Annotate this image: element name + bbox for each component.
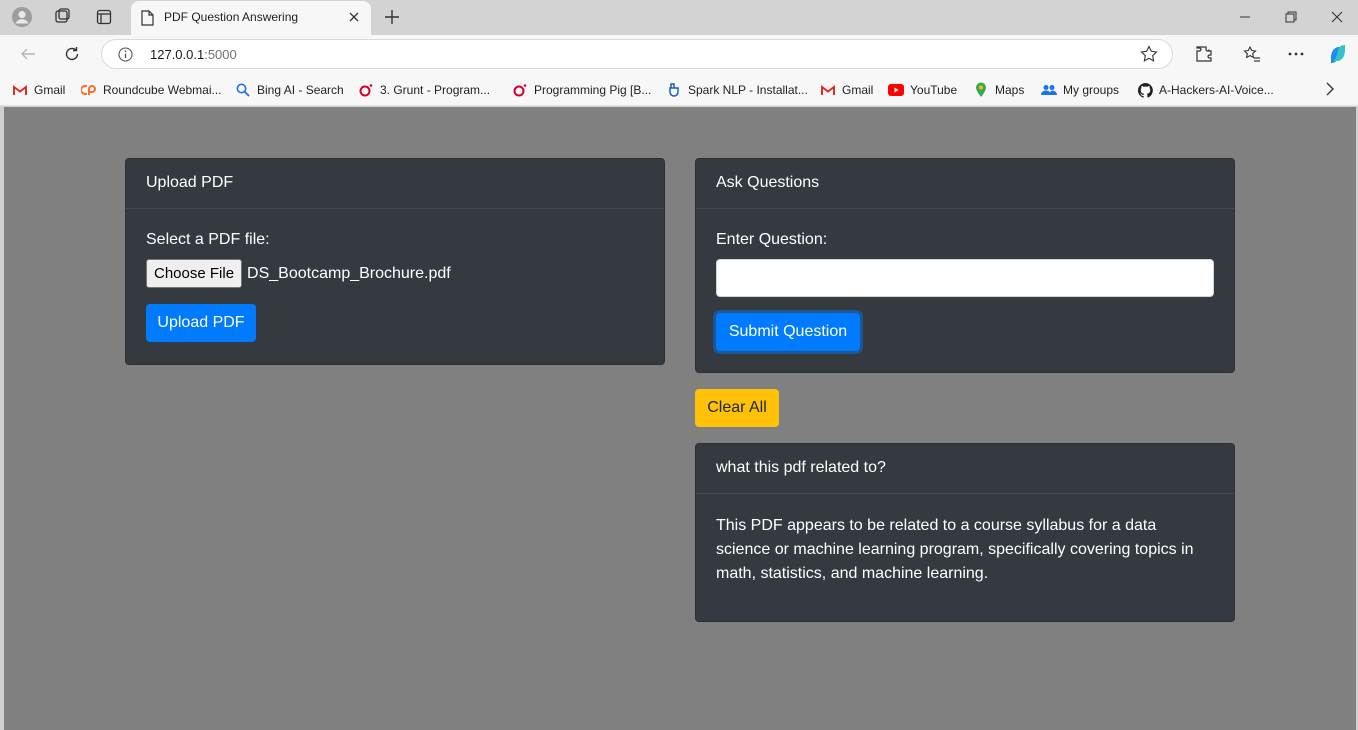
question-input[interactable] (716, 259, 1214, 297)
more-options-icon[interactable] (1284, 43, 1308, 65)
maps-icon (973, 82, 989, 98)
bookmark-label: YouTube (910, 83, 958, 97)
url-host: 127.0.0.1 (150, 47, 205, 62)
page-icon (140, 10, 154, 31)
bookmarks-bar: Gmail Roundcube Webmai... Bing AI - Sear… (0, 73, 1358, 106)
chevron-right-icon[interactable] (1326, 82, 1334, 101)
close-window-icon[interactable] (1322, 5, 1352, 29)
refresh-icon[interactable] (60, 43, 84, 65)
site-info-icon[interactable] (118, 47, 133, 67)
cpanel-icon (81, 82, 97, 98)
bookmark-gmail-2[interactable]: Gmail (820, 81, 873, 99)
new-tab-icon[interactable] (381, 6, 403, 28)
bookmark-gmail[interactable]: Gmail (12, 81, 65, 99)
answer-text: This PDF appears to be related to a cour… (716, 517, 1194, 582)
tab-strip: PDF Question Answering (0, 0, 1358, 35)
bookmark-maps[interactable]: Maps (973, 81, 1024, 99)
bookmark-label: Spark NLP - Installat... (688, 83, 808, 97)
bookmark-github[interactable]: A-Hackers-AI-Voice... (1137, 81, 1274, 99)
profile-icon[interactable] (10, 6, 34, 28)
gmail-icon (12, 82, 28, 98)
restore-icon[interactable] (1276, 5, 1306, 29)
answer-card: what this pdf related to? This PDF appea… (695, 443, 1235, 622)
bookmark-label: Gmail (842, 83, 874, 97)
search-icon (235, 82, 251, 98)
youtube-icon (888, 82, 904, 98)
bookmark-label: 3. Grunt - Program... (380, 83, 491, 97)
bookmark-label: Maps (995, 83, 1025, 97)
oreilly-icon (512, 82, 528, 98)
favorite-star-icon[interactable] (1140, 45, 1158, 68)
ask-card-header: Ask Questions (696, 159, 1234, 209)
upload-card-header: Upload PDF (126, 159, 664, 209)
back-icon[interactable] (16, 43, 40, 65)
tab-title: PDF Question Answering (164, 10, 299, 24)
bookmark-programming-pig[interactable]: Programming Pig [B... (512, 81, 651, 99)
upload-card-body: Select a PDF file: Choose File DS_Bootca… (126, 209, 664, 362)
ask-questions-card: Ask Questions Enter Question: Submit Que… (695, 158, 1235, 373)
tab-actions-icon[interactable] (92, 6, 116, 28)
bookmark-label: A-Hackers-AI-Voice... (1159, 83, 1274, 97)
question-label: Enter Question: (716, 231, 828, 248)
spark-icon (666, 82, 682, 98)
bookmark-label: Gmail (34, 83, 66, 97)
favorites-icon[interactable] (1240, 43, 1264, 65)
extensions-icon[interactable] (1192, 43, 1216, 65)
active-tab[interactable]: PDF Question Answering (131, 1, 371, 35)
gmail-icon (820, 82, 836, 98)
page-viewport: Upload PDF Select a PDF file: Choose Fil… (4, 107, 1356, 730)
choose-file-button[interactable]: Choose File (146, 259, 243, 288)
ask-card-body: Enter Question: Submit Question (696, 209, 1234, 371)
upload-card: Upload PDF Select a PDF file: Choose Fil… (125, 158, 665, 365)
bookmark-my-groups[interactable]: My groups (1041, 81, 1119, 99)
oreilly-icon (358, 82, 374, 98)
file-input[interactable]: Choose File DS_Bootcamp_Brochure.pdf (146, 259, 644, 288)
select-file-label: Select a PDF file: (146, 231, 270, 248)
bookmark-youtube[interactable]: YouTube (888, 81, 957, 99)
bookmark-label: My groups (1063, 83, 1120, 97)
upload-pdf-button[interactable]: Upload PDF (146, 304, 256, 342)
url-text: 127.0.0.1:5000 (150, 47, 237, 62)
github-icon (1137, 82, 1153, 98)
bookmark-roundcube[interactable]: Roundcube Webmai... (81, 81, 222, 99)
address-bar[interactable]: 127.0.0.1:5000 (101, 39, 1173, 69)
minimize-icon[interactable] (1230, 5, 1260, 29)
browser-toolbar: 127.0.0.1:5000 (0, 35, 1358, 73)
clear-all-button[interactable]: Clear All (695, 389, 779, 427)
bookmark-bing-ai[interactable]: Bing AI - Search (235, 81, 344, 99)
bookmark-grunt[interactable]: 3. Grunt - Program... (358, 81, 490, 99)
close-tab-icon[interactable] (345, 8, 363, 26)
workspaces-icon[interactable] (50, 6, 74, 28)
url-port: :5000 (204, 47, 237, 62)
answer-question-header: what this pdf related to? (696, 444, 1234, 494)
submit-question-button[interactable]: Submit Question (716, 313, 860, 351)
bookmark-label: Roundcube Webmai... (103, 83, 222, 97)
selected-file-name: DS_Bootcamp_Brochure.pdf (247, 264, 451, 282)
bookmark-label: Programming Pig [B... (534, 83, 652, 97)
bookmark-label: Bing AI - Search (257, 83, 344, 97)
bookmark-spark-nlp[interactable]: Spark NLP - Installat... (666, 81, 808, 99)
copilot-icon[interactable] (1326, 43, 1350, 65)
groups-icon (1041, 82, 1057, 98)
